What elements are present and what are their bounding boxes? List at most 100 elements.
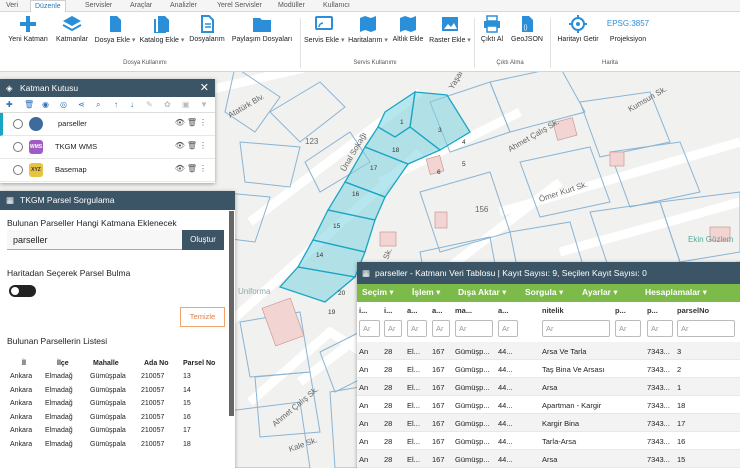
projection-button[interactable]: EPSG:3857 Projeksiyon	[604, 15, 652, 43]
column-header[interactable]: a...	[498, 306, 520, 315]
create-button[interactable]: Oluştur	[182, 230, 224, 250]
lock-icon[interactable]: ▣	[182, 100, 190, 109]
table-cell: Gümüşp...	[455, 365, 490, 374]
zoom-icon[interactable]: ⌕	[96, 100, 100, 110]
column-filter-input[interactable]: Ar	[647, 320, 673, 337]
tab-kullanici[interactable]: Kullanıcı	[319, 0, 354, 12]
table-row[interactable]: An 28 El... 167 Gümüşp... 44... Arsa Ve Tarla 7…	[357, 342, 740, 360]
menu-settings[interactable]: Ayarlar ▾	[582, 287, 618, 298]
column-filter-input[interactable]: Ar	[542, 320, 610, 337]
visibility-off-icon[interactable]: ◎	[60, 100, 67, 109]
column-filter-input[interactable]: Ar	[359, 320, 380, 337]
add-file-button[interactable]: Dosya Ekle ▾	[94, 15, 136, 44]
layers-button[interactable]: Katmanlar	[53, 15, 91, 43]
menu-label: İşlem	[412, 287, 434, 297]
column-header[interactable]: ma...	[455, 306, 495, 315]
menu-selection[interactable]: Seçim ▾	[362, 287, 394, 298]
tab-araclar[interactable]: Araçlar	[126, 0, 156, 12]
layer-name: Basemap	[55, 165, 87, 174]
column-header[interactable]: i...	[384, 306, 404, 315]
map-select-toggle[interactable]	[9, 285, 36, 297]
column-header[interactable]: parselNo	[677, 306, 737, 315]
tab-veri[interactable]: Veri	[2, 0, 22, 12]
column-filter-input[interactable]: Ar	[432, 320, 450, 337]
layer-actions[interactable]: 👁🗑⋮	[175, 118, 209, 127]
tab-duzenle[interactable]: Düzenle	[30, 0, 66, 12]
print-button[interactable]: Çıktı Al	[478, 15, 506, 43]
parcel-list-row[interactable]: Ankara Elmadağ Gümüşpala 210057 14	[0, 387, 228, 400]
column-header[interactable]: nitelik	[542, 306, 612, 315]
shared-files-button[interactable]: Paylaşım Dosyaları	[230, 15, 294, 43]
column-header[interactable]: p...	[615, 306, 643, 315]
tab-analizler[interactable]: Analizler	[166, 0, 201, 12]
add-service-button[interactable]: Servis Ekle ▾	[304, 15, 344, 44]
parcel-list-row[interactable]: Ankara Elmadağ Gümüşpala 210057 15	[0, 400, 228, 413]
layer-radio[interactable]	[13, 165, 23, 175]
edit-icon[interactable]: ✎	[146, 100, 153, 109]
parcel-cell: 210057	[141, 440, 165, 448]
parcel-list-row[interactable]: Ankara Elmadağ Gümüşpala 210057 13	[0, 373, 228, 386]
move-down-icon[interactable]: ↓	[130, 100, 134, 109]
layer-radio[interactable]	[13, 119, 23, 129]
add-icon[interactable]: ✚	[6, 100, 13, 109]
menu-export[interactable]: Dışa Aktar ▾	[458, 287, 506, 298]
share-icon[interactable]: ⋖	[78, 100, 85, 109]
menu-calculations[interactable]: Hesaplamalar ▾	[645, 287, 707, 298]
catalog-icon	[154, 16, 169, 33]
table-row[interactable]: An 28 El... 167 Gümüşp... 44... Kargir Bina 734…	[357, 414, 740, 432]
target-layer-select[interactable]: parseller	[7, 230, 182, 250]
clear-button[interactable]: Temizle	[180, 307, 225, 327]
parcel-list-row[interactable]: Ankara Elmadağ Gümüşpala 210057 17	[0, 427, 228, 440]
column-header[interactable]: p...	[647, 306, 675, 315]
layer-radio[interactable]	[13, 142, 23, 152]
add-catalog-button[interactable]: Katalog Ekle ▾	[138, 15, 186, 44]
column-filter-input[interactable]: Ar	[384, 320, 402, 337]
crosshair-icon	[569, 15, 587, 33]
column-filter-input[interactable]: Ar	[615, 320, 641, 337]
table-cell: El...	[407, 401, 420, 410]
filter-icon[interactable]: ▼	[200, 100, 208, 109]
column-filter-input[interactable]: Ar	[455, 320, 493, 337]
column-filter-input[interactable]: Ar	[677, 320, 735, 337]
parcel-list-row[interactable]: Ankara Elmadağ Gümüşpala 210057 16	[0, 414, 228, 427]
layer-actions[interactable]: 👁🗑⋮	[175, 141, 209, 150]
table-row[interactable]: An 28 El... 167 Gümüşp... 44... Apartman - Kar…	[357, 396, 740, 414]
table-row[interactable]: An 28 El... 167 Gümüşp... 44... Arsa 7343... 15	[357, 450, 740, 468]
geojson-button[interactable]: {} GeoJSON	[509, 15, 545, 43]
table-row[interactable]: An 28 El... 167 Gümüşp... 44... Tarla-Arsa 7343…	[357, 432, 740, 450]
column-filter-input[interactable]: Ar	[498, 320, 518, 337]
tab-yerel-servisler[interactable]: Yerel Servisler	[213, 0, 266, 12]
my-files-button[interactable]: Dosyalarım	[187, 15, 227, 43]
basemap-icon	[400, 16, 416, 32]
add-basemap-button[interactable]: Altlık Ekle	[391, 15, 425, 43]
table-row[interactable]: An 28 El... 167 Gümüşp... 44... Arsa 7343... 1	[357, 378, 740, 396]
move-up-icon[interactable]: ↑	[114, 100, 118, 109]
tab-servisler[interactable]: Servisler	[81, 0, 116, 12]
parcel-cell: Elmadağ	[45, 400, 73, 407]
column-header[interactable]: i...	[359, 306, 382, 315]
layer-row-tkgm-wms[interactable]: WMS TKGM WMS 👁🗑⋮	[0, 136, 215, 159]
menu-query[interactable]: Sorgula ▾	[525, 287, 563, 298]
layer-panel: ◈ Katman Kutusu ✕ ✚ 🗑 ◉ ◎ ⋖ ⌕ ↑ ↓ ✎ ✿ ▣ …	[0, 79, 215, 183]
table-row[interactable]: An 28 El... 167 Gümüşp... 44... Taş Bina Ve Ar…	[357, 360, 740, 378]
layer-row-parseller[interactable]: parseller 👁🗑⋮	[0, 113, 215, 136]
menu-operation[interactable]: İşlem ▾	[412, 287, 440, 298]
column-header: Ada No	[144, 360, 169, 367]
column-filter-input[interactable]: Ar	[407, 320, 427, 337]
visibility-icon[interactable]: ◉	[42, 100, 49, 109]
style-icon[interactable]: ✿	[164, 100, 171, 109]
table-cell: 44...	[498, 383, 513, 392]
get-map-button[interactable]: Haritayı Getir	[554, 15, 602, 43]
delete-icon[interactable]: 🗑	[24, 100, 34, 109]
column-header[interactable]: a...	[407, 306, 429, 315]
new-layer-button[interactable]: Yeni Katman	[6, 15, 50, 43]
add-raster-button[interactable]: Raster Ekle ▾	[429, 15, 471, 44]
layer-row-basemap[interactable]: XYZ Basemap 👁🗑⋮	[0, 159, 215, 182]
layer-actions[interactable]: 👁🗑⋮	[175, 164, 209, 173]
my-maps-button[interactable]: Haritalarım ▾	[347, 15, 389, 44]
column-header[interactable]: a...	[432, 306, 452, 315]
scrollbar[interactable]	[229, 211, 234, 416]
tab-moduller[interactable]: Modüller	[274, 0, 309, 12]
parcel-list-row[interactable]: Ankara Elmadağ Gümüşpala 210057 18	[0, 441, 228, 454]
close-icon[interactable]: ✕	[200, 79, 209, 97]
